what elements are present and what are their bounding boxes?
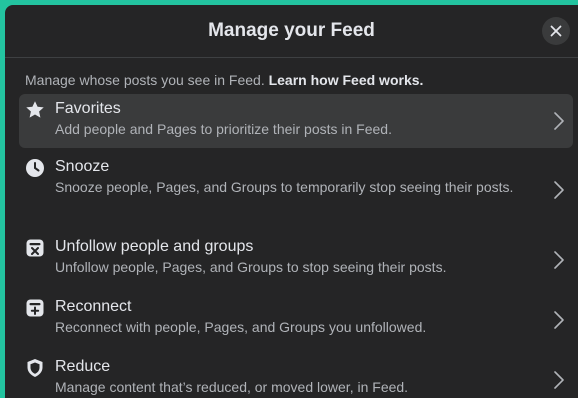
snooze-row[interactable]: Snooze Snooze people, Pages, and Groups … <box>19 152 573 228</box>
dialog-title: Manage your Feed <box>208 20 375 41</box>
intro-text: Manage whose posts you see in Feed. Lear… <box>5 58 578 94</box>
star-icon <box>25 100 45 120</box>
learn-how-feed-works-link[interactable]: Learn how Feed works. <box>269 72 424 88</box>
chevron-right-icon <box>554 181 564 199</box>
shield-icon <box>25 358 45 378</box>
favorites-description: Add people and Pages to prioritize their… <box>55 121 392 137</box>
snooze-description: Snooze people, Pages, and Groups to temp… <box>55 179 514 195</box>
close-button[interactable] <box>542 17 570 45</box>
reduce-row[interactable]: Reduce Manage content that’s reduced, or… <box>19 352 573 398</box>
chevron-right-icon <box>554 251 564 269</box>
chevron-right-icon <box>554 311 564 329</box>
snooze-label: Snooze <box>55 158 110 175</box>
unfollow-icon <box>25 238 45 258</box>
close-icon <box>550 25 562 37</box>
favorites-row[interactable]: Favorites Add people and Pages to priori… <box>19 94 573 148</box>
unfollow-row[interactable]: Unfollow people and groups Unfollow peop… <box>19 232 573 288</box>
unfollow-label: Unfollow people and groups <box>55 238 254 255</box>
unfollow-description: Unfollow people, Pages, and Groups to st… <box>55 259 447 275</box>
reconnect-label: Reconnect <box>55 298 132 315</box>
reduce-description: Manage content that’s reduced, or moved … <box>55 379 409 395</box>
reconnect-description: Reconnect with people, Pages, and Groups… <box>55 319 427 335</box>
clock-icon <box>25 158 45 178</box>
intro-description: Manage whose posts you see in Feed. <box>25 72 269 88</box>
reconnect-row[interactable]: Reconnect Reconnect with people, Pages, … <box>19 292 573 348</box>
reduce-label: Reduce <box>55 358 111 375</box>
favorites-label: Favorites <box>55 100 121 117</box>
chevron-right-icon <box>554 112 564 130</box>
chevron-right-icon <box>554 371 564 389</box>
manage-feed-dialog: Manage your Feed Manage whose posts you … <box>5 5 578 398</box>
feed-options-list: Favorites Add people and Pages to priori… <box>5 94 578 398</box>
reconnect-icon <box>25 298 45 318</box>
dialog-header: Manage your Feed <box>5 5 578 58</box>
